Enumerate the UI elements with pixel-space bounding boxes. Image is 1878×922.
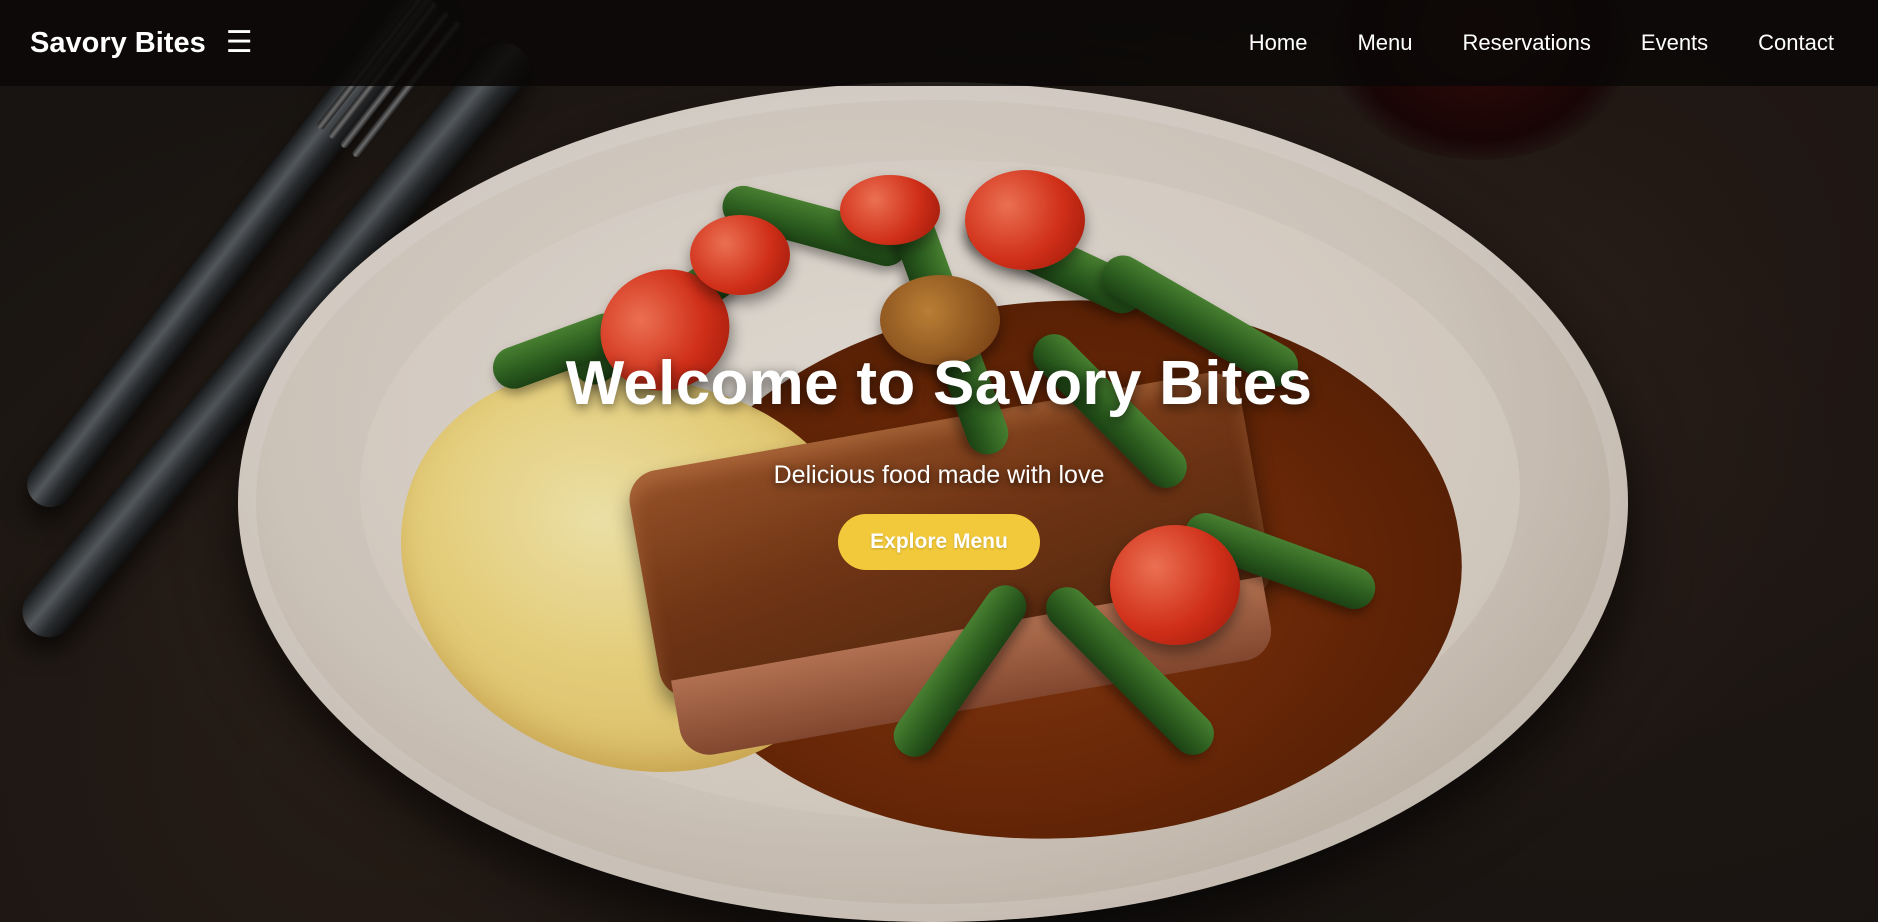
explore-menu-button[interactable]: Explore Menu [838, 514, 1040, 570]
hero-content: Welcome to Savory Bites Delicious food m… [0, 348, 1878, 570]
hamburger-icon[interactable]: ☰ [226, 28, 253, 58]
nav-link-home[interactable]: Home [1249, 30, 1308, 56]
nav-link-events[interactable]: Events [1641, 30, 1708, 56]
nav-link-contact[interactable]: Contact [1758, 30, 1834, 56]
brand-logo-text[interactable]: Savory Bites [30, 27, 206, 60]
hero-subtitle: Delicious food made with love [773, 461, 1105, 489]
nav-link-reservations[interactable]: Reservations [1463, 30, 1591, 56]
brand: Savory Bites ☰ [30, 27, 253, 60]
nav-link-menu[interactable]: Menu [1357, 30, 1412, 56]
navbar: Savory Bites ☰ Home Menu Reservations Ev… [0, 0, 1878, 86]
nav-links: Home Menu Reservations Events Contact [1249, 30, 1834, 56]
hero-section: Savory Bites ☰ Home Menu Reservations Ev… [0, 0, 1878, 922]
hero-title: Welcome to Savory Bites [565, 349, 1313, 418]
